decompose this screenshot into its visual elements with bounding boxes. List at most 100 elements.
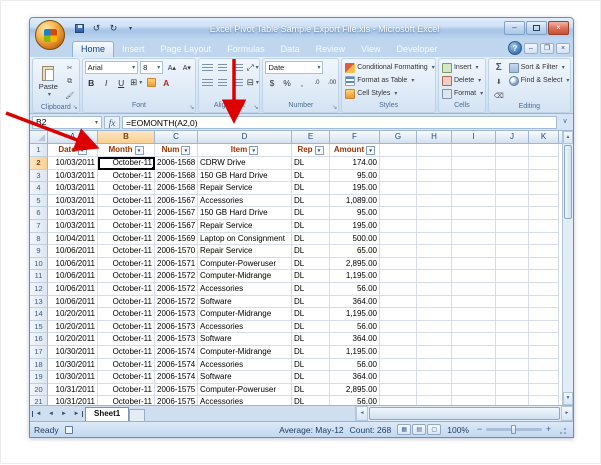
sort-filter-button[interactable]: Sort & Filter▾ xyxy=(508,61,571,74)
cell-I20[interactable] xyxy=(452,384,496,397)
scroll-right-icon[interactable]: ► xyxy=(561,406,573,421)
cell-I14[interactable] xyxy=(452,308,496,321)
row-header-20[interactable]: 20 xyxy=(30,384,48,397)
cell-A20[interactable]: 10/31/2011 xyxy=(48,384,98,397)
cell-E10[interactable]: DL xyxy=(292,258,330,271)
row-header-1[interactable]: 1 xyxy=(30,144,48,157)
cell-I10[interactable] xyxy=(452,258,496,271)
cell-C19[interactable]: 2006-1574 xyxy=(155,371,198,384)
cell-D21[interactable]: Accessories xyxy=(198,396,292,405)
column-header-A[interactable]: A xyxy=(48,131,98,143)
underline-button[interactable]: U xyxy=(115,76,128,89)
filter-button-rep[interactable]: ▾ xyxy=(315,146,324,155)
cell-H1[interactable] xyxy=(417,144,452,157)
cell-F16[interactable]: 364.00 xyxy=(330,333,380,346)
cell-F2[interactable]: 174.00 xyxy=(330,157,380,170)
font-size-combo[interactable]: 8▾ xyxy=(140,61,163,74)
cell-J3[interactable] xyxy=(496,170,529,183)
dialog-launcher-icon[interactable]: ↘ xyxy=(253,105,258,111)
filter-button-amount[interactable]: ▾ xyxy=(366,146,375,155)
increase-decimal-button[interactable]: .0 xyxy=(310,76,323,89)
row-header-15[interactable]: 15 xyxy=(30,321,48,334)
dialog-launcher-icon[interactable]: ↘ xyxy=(189,105,194,111)
orientation-button[interactable]: ⤢▾ xyxy=(246,61,259,74)
cell-G3[interactable] xyxy=(380,170,417,183)
cell-B2[interactable]: October-11 xyxy=(98,157,155,170)
scroll-up-icon[interactable]: ▲ xyxy=(563,131,573,144)
cell-G2[interactable] xyxy=(380,157,417,170)
cell-I3[interactable] xyxy=(452,170,496,183)
cell-I7[interactable] xyxy=(452,220,496,233)
tab-formulas[interactable]: Formulas xyxy=(219,42,273,57)
cell-F5[interactable]: 1,089.00 xyxy=(330,195,380,208)
cell-B8[interactable]: October-11 xyxy=(98,233,155,246)
cell-A10[interactable]: 10/06/2011 xyxy=(48,258,98,271)
cell-K5[interactable] xyxy=(529,195,559,208)
fill-color-button[interactable] xyxy=(145,76,158,89)
cell-J2[interactable] xyxy=(496,157,529,170)
cell-I21[interactable] xyxy=(452,396,496,405)
zoom-thumb[interactable] xyxy=(511,425,516,434)
format-cells-button[interactable]: Format▾ xyxy=(441,87,483,100)
cell-C9[interactable]: 2006-1570 xyxy=(155,245,198,258)
bold-button[interactable]: B xyxy=(85,76,98,89)
cell-I5[interactable] xyxy=(452,195,496,208)
zoom-out-button[interactable]: − xyxy=(475,425,484,434)
cell-B9[interactable]: October-11 xyxy=(98,245,155,258)
cell-K16[interactable] xyxy=(529,333,559,346)
cell-A1[interactable]: Date▾ xyxy=(48,144,98,157)
cell-K9[interactable] xyxy=(529,245,559,258)
cell-G5[interactable] xyxy=(380,195,417,208)
cell-A21[interactable]: 10/31/2011 xyxy=(48,396,98,405)
cell-A9[interactable]: 10/06/2011 xyxy=(48,245,98,258)
cell-H20[interactable] xyxy=(417,384,452,397)
cell-F21[interactable]: 56.00 xyxy=(330,396,380,405)
row-header-18[interactable]: 18 xyxy=(30,359,48,372)
row-header-19[interactable]: 19 xyxy=(30,371,48,384)
first-sheet-button[interactable]: ◄ xyxy=(32,411,44,417)
normal-view-button[interactable]: ▦ xyxy=(397,424,411,435)
cell-A11[interactable]: 10/06/2011 xyxy=(48,270,98,283)
row-header-3[interactable]: 3 xyxy=(30,170,48,183)
cell-H15[interactable] xyxy=(417,321,452,334)
filter-button-num[interactable]: ▾ xyxy=(181,146,190,155)
cell-A4[interactable]: 10/03/2011 xyxy=(48,182,98,195)
cell-G8[interactable] xyxy=(380,233,417,246)
cell-H5[interactable] xyxy=(417,195,452,208)
cell-B13[interactable]: October-11 xyxy=(98,296,155,309)
column-header-G[interactable]: G xyxy=(380,131,417,143)
cell-F1[interactable]: Amount▾ xyxy=(330,144,380,157)
grow-font-button[interactable]: A▴ xyxy=(165,61,178,74)
cut-button[interactable]: ✂ xyxy=(63,61,77,74)
cell-C13[interactable]: 2006-1572 xyxy=(155,296,198,309)
row-header-16[interactable]: 16 xyxy=(30,333,48,346)
italic-button[interactable]: I xyxy=(100,76,113,89)
cell-J15[interactable] xyxy=(496,321,529,334)
cell-J20[interactable] xyxy=(496,384,529,397)
cell-E19[interactable]: DL xyxy=(292,371,330,384)
cell-E6[interactable]: DL xyxy=(292,207,330,220)
cell-C12[interactable]: 2006-1572 xyxy=(155,283,198,296)
cell-K21[interactable] xyxy=(529,396,559,405)
undo-button[interactable]: ↺ xyxy=(89,21,104,35)
cell-A17[interactable]: 10/30/2011 xyxy=(48,346,98,359)
cell-C2[interactable]: 2006-1568 xyxy=(155,157,198,170)
cell-A7[interactable]: 10/03/2011 xyxy=(48,220,98,233)
cell-A15[interactable]: 10/20/2011 xyxy=(48,321,98,334)
cell-B3[interactable]: October-11 xyxy=(98,170,155,183)
row-header-4[interactable]: 4 xyxy=(30,182,48,195)
cell-J11[interactable] xyxy=(496,270,529,283)
cell-J6[interactable] xyxy=(496,207,529,220)
align-bottom-button[interactable] xyxy=(231,61,244,74)
page-break-view-button[interactable]: ▢ xyxy=(427,424,441,435)
format-as-table-button[interactable]: Format as Table▾ xyxy=(344,74,433,87)
cell-H3[interactable] xyxy=(417,170,452,183)
cell-E18[interactable]: DL xyxy=(292,359,330,372)
column-header-I[interactable]: I xyxy=(452,131,496,143)
qat-customize-button[interactable]: ▾ xyxy=(123,21,138,35)
cell-C21[interactable]: 2006-1575 xyxy=(155,396,198,405)
cell-E7[interactable]: DL xyxy=(292,220,330,233)
cell-D10[interactable]: Computer-Poweruser xyxy=(198,258,292,271)
cell-H21[interactable] xyxy=(417,396,452,405)
cell-C5[interactable]: 2006-1567 xyxy=(155,195,198,208)
